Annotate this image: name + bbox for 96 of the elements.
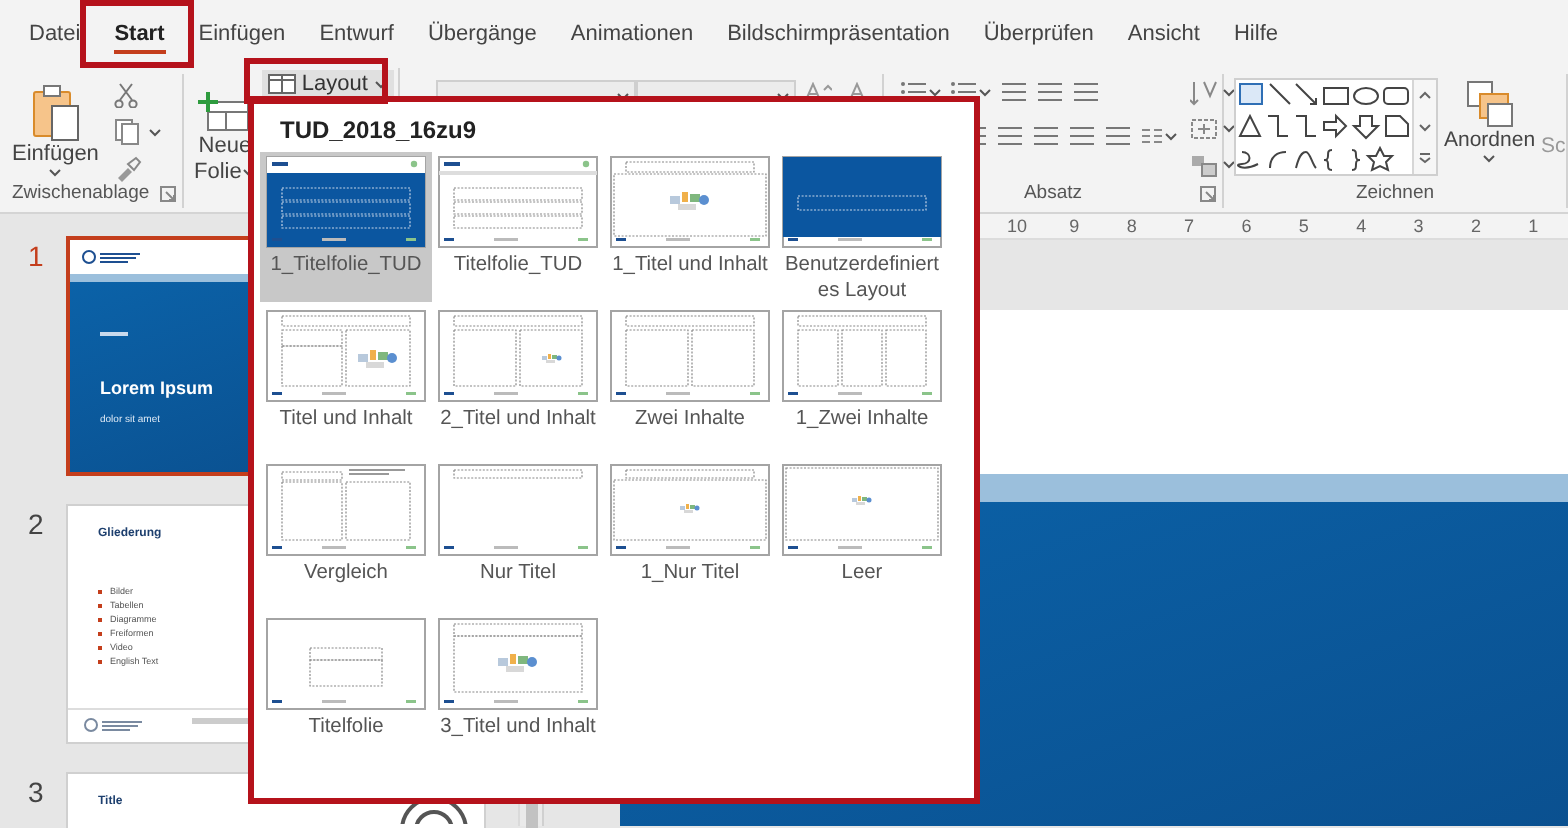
shapes-gallery[interactable] — [1234, 78, 1438, 176]
ruler-mark: 7 — [1182, 214, 1197, 238]
slide-number: 2 — [26, 506, 46, 544]
caret-icon — [1222, 160, 1236, 170]
caret-icon — [1482, 153, 1497, 164]
menu-tab[interactable]: Hilfe — [1216, 0, 1295, 68]
caret-icon — [1222, 88, 1236, 98]
ruler-mark: 6 — [1239, 214, 1254, 238]
group-label: Zeichnen — [1355, 179, 1435, 208]
university-logo-icon — [82, 250, 142, 264]
text-placeholder-line — [100, 332, 128, 336]
expand-icon — [1418, 152, 1432, 165]
university-logo-icon — [84, 718, 144, 732]
layout-option[interactable]: Nur Titel — [432, 460, 604, 610]
menu-tab[interactable]: Start — [97, 0, 182, 68]
ruler-mark: 1 — [1526, 214, 1541, 238]
layout-option[interactable]: Vergleich — [260, 460, 432, 610]
menu-tab[interactable]: Datei — [12, 0, 98, 68]
brush-icon — [114, 156, 143, 182]
columns-icon — [1140, 126, 1164, 146]
menu-tab[interactable]: Animationen — [553, 0, 711, 68]
copy-button[interactable] — [114, 118, 163, 146]
caret-icon — [48, 168, 63, 179]
menu-tab[interactable]: Entwurf — [302, 0, 411, 68]
align-text-button[interactable] — [1190, 116, 1236, 142]
layout-option[interactable]: 1_Titel und Inhalt — [604, 152, 776, 302]
align-text-icon — [1190, 116, 1218, 142]
more-shapes-button[interactable] — [1414, 142, 1436, 175]
caret-icon — [373, 79, 388, 89]
copy-icon — [114, 118, 141, 146]
ruler-mark: 10 — [1004, 214, 1029, 238]
caret-icon — [1222, 124, 1236, 134]
gallery-title: TUD_2018_16zu9 — [280, 114, 477, 148]
grow-font-icon — [804, 82, 832, 100]
caret-icon — [978, 87, 992, 97]
smartart-button[interactable] — [1190, 152, 1236, 178]
ruler-mark: 4 — [1354, 214, 1369, 238]
text-placeholder-line — [192, 718, 252, 724]
menu-tab[interactable]: Übergänge — [410, 0, 554, 68]
dialog-launcher-icon — [160, 186, 176, 202]
dialog-launcher-icon — [1200, 186, 1216, 202]
caret-icon — [148, 127, 163, 137]
line-spacing-icon — [1072, 80, 1100, 104]
decrease-indent-button[interactable] — [1000, 80, 1028, 104]
align-right-icon — [1032, 124, 1060, 148]
text-direction-button[interactable] — [1190, 80, 1236, 106]
justify-button[interactable] — [1068, 124, 1096, 148]
group-label: Absatz — [1023, 179, 1083, 208]
menu-tab[interactable]: Einfügen — [181, 0, 303, 68]
smartart-icon — [1190, 152, 1218, 178]
slide-number: 1 — [26, 238, 46, 276]
menu-tab[interactable]: Bildschirmpräsentation — [710, 0, 967, 68]
decrease-indent-icon — [1000, 80, 1028, 104]
layout-option[interactable]: Titel und Inhalt — [260, 306, 432, 456]
arrange-button[interactable]: Anordnen — [1444, 74, 1536, 180]
scroll-up-button[interactable] — [1414, 80, 1436, 112]
line-spacing-button[interactable] — [1072, 80, 1100, 104]
distributed-button[interactable] — [1104, 124, 1132, 148]
layout-option[interactable]: Titelfolie_TUD — [432, 152, 604, 302]
layout-option[interactable]: Leer — [776, 460, 948, 610]
group-label: Zwischenablage — [12, 179, 150, 208]
ruler-mark: 8 — [1124, 214, 1139, 238]
text-direction-icon — [1190, 80, 1218, 106]
scissors-icon — [114, 82, 139, 108]
chevron-up-icon — [1418, 89, 1432, 102]
distributed-icon — [1104, 124, 1132, 148]
layout-option[interactable]: 3_Titel und Inhalt — [432, 614, 604, 764]
layout-option[interactable]: 1_Zwei Inhalte — [776, 306, 948, 456]
columns-button[interactable] — [1140, 126, 1178, 146]
align-center-icon — [996, 124, 1024, 148]
caret-icon — [1164, 131, 1178, 141]
menu-tab[interactable]: Überprüfen — [966, 0, 1111, 68]
slide-title: Lorem Ipsum — [100, 376, 214, 402]
layout-option[interactable]: Titelfolie — [260, 614, 432, 764]
ruler-mark: 5 — [1296, 214, 1311, 238]
highlight-frame — [80, 0, 194, 68]
caret-icon — [928, 87, 942, 97]
chevron-down-icon — [1418, 121, 1432, 133]
justify-icon — [1068, 124, 1096, 148]
ruler-mark: 9 — [1067, 214, 1082, 238]
layout-option[interactable]: 1_Nur Titel — [604, 460, 776, 610]
align-center-button[interactable] — [996, 124, 1024, 148]
paste-button[interactable]: Einfügen — [12, 82, 99, 180]
layout-option[interactable]: Zwei Inhalte — [604, 306, 776, 456]
layout-option[interactable]: 1_Titelfolie_TUD — [260, 152, 432, 302]
layout-option[interactable]: Benutzerdefiniertes Layout — [776, 152, 948, 302]
paste-icon — [29, 82, 82, 142]
slide-number: 3 — [26, 774, 46, 812]
align-right-button[interactable] — [1032, 124, 1060, 148]
increase-indent-button[interactable] — [1036, 80, 1064, 104]
layout-option[interactable]: 2_Titel und Inhalt — [432, 306, 604, 456]
menu-tab[interactable]: Ansicht — [1110, 0, 1217, 68]
ruler-mark: 3 — [1411, 214, 1426, 238]
ruler-mark: 2 — [1468, 214, 1483, 238]
arrange-icon — [1465, 80, 1514, 128]
increase-indent-icon — [1036, 80, 1064, 104]
